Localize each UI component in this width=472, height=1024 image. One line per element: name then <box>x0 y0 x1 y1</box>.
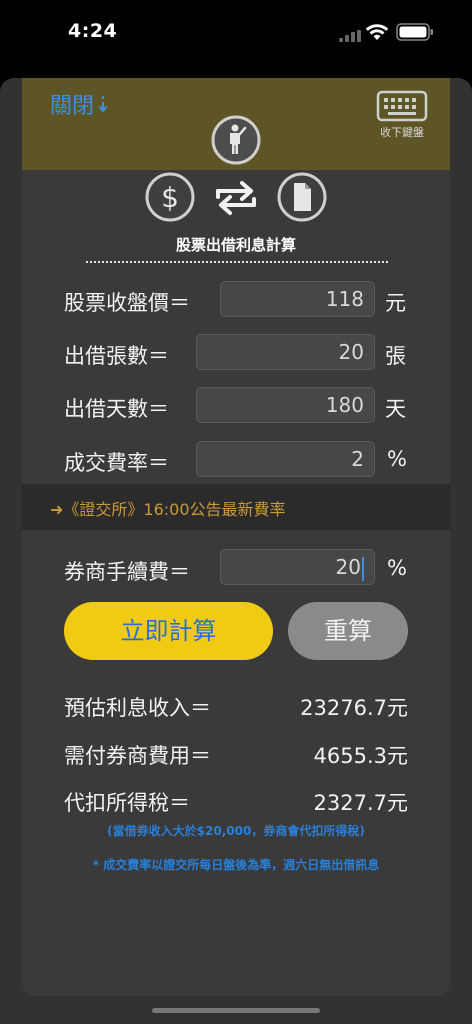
broker-fee-label: 券商手續費＝ <box>64 560 190 584</box>
tax-label: 代扣所得稅＝ <box>64 791 190 815</box>
broker-cost-value: 4655.3元 <box>313 744 408 768</box>
days-input[interactable]: 180 <box>196 387 375 423</box>
exchange-rate-link[interactable]: ➜《證交所》16:00公告最新費率 <box>50 496 286 520</box>
rate-note: * 成交費率以證交所每日盤後為準，週六日無出借訊息 <box>92 858 380 872</box>
dismiss-keyboard-label: 收下鍵盤 <box>380 126 424 139</box>
tax-note: (當借券收入大於$20,000，券商會代扣所得稅) <box>107 824 365 838</box>
person-icon[interactable] <box>210 114 262 166</box>
shares-unit: 張 <box>385 344 406 368</box>
swap-arrows-icon[interactable] <box>212 175 260 221</box>
tax-value: 2327.7元 <box>313 791 408 815</box>
shares-input[interactable]: 20 <box>196 334 375 370</box>
calculate-button[interactable]: 立即計算 <box>64 602 273 660</box>
rate-input[interactable]: 2 <box>196 441 375 477</box>
price-input[interactable]: 118 <box>220 281 375 317</box>
keyboard-icon <box>376 90 428 122</box>
rate-label: 成交費率＝ <box>64 451 169 475</box>
status-bar: 4:24 <box>0 0 472 64</box>
price-label: 股票收盤價＝ <box>64 291 190 315</box>
home-indicator <box>152 1008 320 1013</box>
shares-label: 出借張數＝ <box>64 344 169 368</box>
broker-cost-label: 需付券商費用＝ <box>64 744 211 768</box>
broker-fee-unit: % <box>387 556 407 580</box>
price-unit: 元 <box>385 291 406 315</box>
interest-value: 23276.7元 <box>300 696 408 720</box>
wifi-icon <box>365 24 389 40</box>
cellular-signal-icon <box>339 30 361 42</box>
reset-button[interactable]: 重算 <box>288 602 408 660</box>
down-arrow-icon <box>98 96 108 113</box>
status-time: 4:24 <box>68 20 118 42</box>
broker-fee-value: 20 <box>335 555 361 579</box>
title-divider <box>86 261 388 263</box>
battery-icon <box>396 23 433 41</box>
dollar-icon[interactable]: $ <box>144 171 196 223</box>
broker-fee-input[interactable]: 20 <box>220 549 375 585</box>
days-label: 出借天數＝ <box>64 397 169 421</box>
close-button-label: 關閉 <box>50 94 95 119</box>
days-unit: 天 <box>385 397 406 421</box>
close-button[interactable]: 關閉 <box>50 88 108 120</box>
document-icon[interactable] <box>276 171 328 223</box>
rate-unit: % <box>387 447 407 471</box>
interest-label: 預估利息收入＝ <box>64 696 211 720</box>
page-title: 股票出借利息計算 <box>175 236 296 254</box>
dismiss-keyboard-button[interactable]: 收下鍵盤 <box>370 90 434 146</box>
svg-text:$: $ <box>161 181 179 214</box>
text-cursor <box>362 556 364 581</box>
